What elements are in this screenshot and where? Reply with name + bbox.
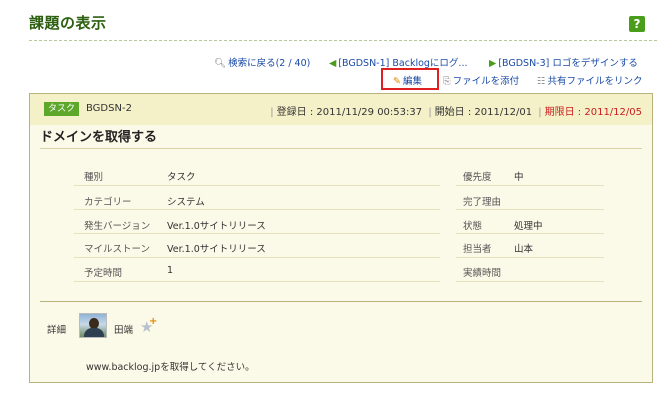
property-label: マイルストーン — [84, 244, 151, 255]
property-label: 発生バージョン — [84, 221, 151, 232]
property-value: 山本 — [514, 244, 534, 255]
plus-icon: + — [149, 316, 158, 327]
page-title: 課題の表示 — [29, 14, 107, 32]
property-label: 予定時間 — [84, 268, 123, 279]
attach-file-label: ファイルを添付 — [452, 76, 520, 87]
property-label: 優先度 — [463, 172, 492, 183]
property-row-divider — [74, 257, 440, 258]
next-issue-label: [BGDSN-3] ロゴをデザインする — [498, 58, 638, 69]
link-shared-file-button[interactable]: ☷ 共有ファイルをリンク — [537, 73, 643, 87]
property-value: 1 — [167, 265, 174, 276]
issue-navigation: 🔍︎ 検索に戻る(2 / 40) ◀ [BGDSN-1] Backlogにログ...… — [0, 55, 662, 69]
property-row-divider — [74, 281, 440, 282]
next-issue-link[interactable]: ▶ [BGDSN-3] ロゴをデザインする — [489, 55, 638, 69]
link-shared-file-label: 共有ファイルをリンク — [547, 76, 643, 87]
paperclip-icon: ⎘ — [443, 76, 451, 87]
magnifier-icon: 🔍︎ — [214, 58, 227, 69]
registered-date: 登録日 : 2011/11/29 00:53:37 — [276, 107, 423, 118]
property-value: Ver.1.0サイトリリース — [167, 221, 266, 232]
avatar[interactable] — [79, 313, 107, 338]
property-label: 種別 — [84, 172, 104, 183]
property-row-divider — [456, 281, 604, 282]
property-row-divider — [74, 185, 440, 186]
pencil-icon: ✎ — [393, 76, 401, 87]
edit-button[interactable]: ✎ 編集 — [393, 73, 422, 87]
attach-file-button[interactable]: ⎘ ファイルを添付 — [443, 73, 519, 87]
back-to-search-label: 検索に戻る(2 / 40) — [228, 58, 311, 69]
property-label: 実績時間 — [463, 268, 502, 279]
property-row-divider — [456, 209, 604, 210]
property-row-divider — [74, 233, 440, 234]
issue-header-bar: タスク BGDSN-2 | 登録日 : 2011/11/29 00:53:37 |… — [30, 94, 652, 125]
arrow-right-icon: ▶ — [489, 58, 497, 69]
property-row-divider — [456, 233, 604, 234]
issue-description: www.backlog.jpを取得してください。 — [86, 362, 255, 373]
property-label: 担当者 — [463, 244, 492, 255]
property-value: タスク — [167, 172, 196, 183]
title-divider — [29, 40, 657, 41]
detail-label: 詳細 — [47, 325, 67, 336]
issue-summary: ドメインを取得する — [40, 130, 158, 145]
property-value: 処理中 — [514, 221, 543, 232]
issue-key: BGDSN-2 — [86, 103, 132, 114]
link-icon: ☷ — [537, 76, 546, 87]
property-row-divider — [74, 209, 440, 210]
add-star-button[interactable]: ★ + — [140, 316, 157, 336]
previous-issue-link[interactable]: ◀ [BGDSN-1] Backlogにログ... — [329, 55, 468, 69]
help-button[interactable]: ? — [629, 16, 645, 32]
back-to-search-link[interactable]: 🔍︎ 検索に戻る(2 / 40) — [214, 55, 310, 69]
author-name[interactable]: 田端 — [114, 322, 133, 336]
property-label: 状態 — [463, 221, 483, 232]
property-label: 完了理由 — [463, 197, 502, 208]
issue-type-badge: タスク — [44, 102, 80, 116]
summary-divider — [40, 148, 642, 149]
property-row-divider — [456, 185, 604, 186]
issue-actions: ✎ 編集 ⎘ ファイルを添付 ☷ 共有ファイルをリンク — [0, 71, 662, 89]
issue-panel: タスク BGDSN-2 | 登録日 : 2011/11/29 00:53:37 |… — [29, 93, 653, 383]
start-date: 開始日 : 2011/12/01 — [434, 107, 533, 118]
property-label: カテゴリー — [84, 197, 132, 208]
property-value: Ver.1.0サイトリリース — [167, 244, 266, 255]
issue-dates: | 登録日 : 2011/11/29 00:53:37 | 開始日 : 2011/1… — [270, 107, 642, 118]
detail-divider — [40, 301, 642, 302]
arrow-left-icon: ◀ — [329, 58, 337, 69]
edit-label: 編集 — [402, 76, 422, 87]
property-value: 中 — [514, 172, 524, 183]
property-value: システム — [167, 197, 205, 208]
due-date: 期限日 : 2011/12/05 — [544, 107, 642, 118]
property-row-divider — [456, 257, 604, 258]
